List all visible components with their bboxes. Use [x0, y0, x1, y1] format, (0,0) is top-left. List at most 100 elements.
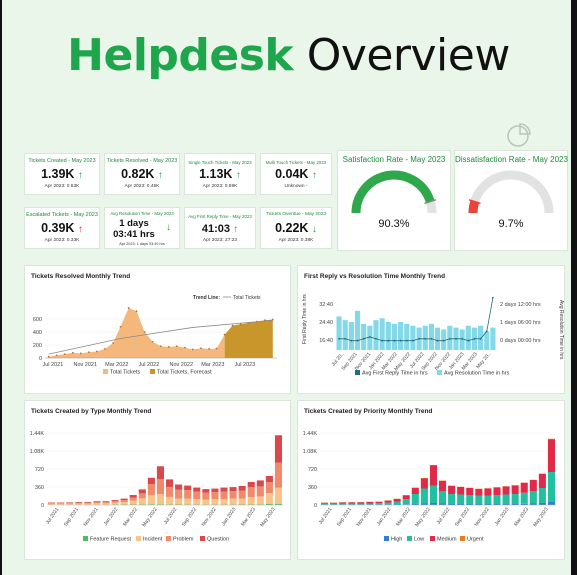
y-tick-label: 400: [33, 330, 42, 336]
bar-segment: [475, 495, 483, 504]
legend-label: Question: [207, 537, 229, 543]
y-tick-label-right: 0 days 00:00 hrs: [500, 338, 541, 344]
bar-segment: [274, 487, 282, 504]
bar-segment: [229, 498, 237, 505]
bar-segment: [375, 503, 383, 505]
y-tick-label: 0: [314, 503, 317, 509]
data-point: [208, 348, 211, 350]
bar-segment: [429, 485, 437, 503]
y-tick-label: 1.08K: [30, 449, 45, 455]
y-axis-label-right: Avg Resolution Time in hrs: [558, 300, 564, 360]
bar-segment: [265, 482, 273, 493]
bar-segment: [120, 500, 128, 503]
bar-segment: [57, 503, 65, 505]
kpi-card-single-touch[interactable]: Single Touch Tickets - May 2023 1.13K ↑ …: [184, 153, 256, 195]
bar-segment: [339, 502, 347, 504]
bar-segment: [439, 481, 447, 491]
bar-segment: [393, 499, 401, 502]
bar-segment: [57, 503, 65, 504]
dissatisfaction-gauge: [468, 170, 554, 214]
pie-chart-icon: [507, 123, 531, 147]
point-first-reply: [350, 339, 353, 342]
bar-segment: [321, 502, 329, 504]
bar-segment: [166, 479, 174, 487]
kpi-value: 0.22K ↓: [275, 221, 317, 235]
legend-label: Total Tickets: [110, 370, 141, 376]
point-first-reply: [381, 339, 384, 342]
arrow-up-icon: ↑: [233, 224, 239, 235]
panel-tickets-resolved-trend[interactable]: Tickets Resolved Monthly Trend 0 200 400 60…: [24, 265, 291, 394]
bar-segment: [120, 502, 128, 505]
bar-resolution: [428, 323, 434, 350]
bar-segment: [75, 503, 83, 505]
bar-resolution: [478, 325, 484, 350]
page-title: Helpdesk Overview: [0, 28, 577, 84]
dissatisfaction-gauge-card[interactable]: Dissatisfaction Rate - May 2023 9.7%: [454, 150, 568, 251]
bar-resolution: [336, 316, 342, 350]
kpi-label: Tickets Created - May 2023: [28, 158, 96, 164]
data-point: [135, 310, 138, 313]
panel-first-reply-vs-resolution[interactable]: First Reply vs Resolution Time Monthly T…: [297, 265, 565, 394]
point-first-reply: [393, 339, 396, 342]
satisfaction-gauge-card[interactable]: Satisfaction Rate - May 2023 90.3%: [337, 150, 451, 251]
kpi-card-multi-touch[interactable]: Multi Touch Tickets - May 2023 0.04K ↑ U…: [260, 153, 332, 195]
x-tick-label: Jul 2022: [163, 507, 179, 526]
bar-segment: [429, 465, 437, 486]
kpi-previous: Apr 2023: 1 days 03:49 hrs: [119, 242, 165, 246]
x-tick-label: Jul 2023: [235, 362, 256, 368]
bar-segment: [102, 501, 110, 502]
kpi-card-escalated[interactable]: Escalated Tickets - May 2023 0.39K ↑ Apr…: [24, 207, 100, 249]
bar-segment: [265, 476, 273, 482]
bar-segment: [111, 500, 119, 502]
data-point: [151, 340, 154, 343]
kpi-card-tickets-resolved[interactable]: Tickets Resolved - May 2023 0.82K ↑ Apr …: [104, 153, 180, 195]
point-first-reply: [399, 339, 402, 342]
kpi-card-avg-resolution[interactable]: Avg Resolution Time - May 2023 1 days 03:…: [104, 207, 180, 249]
legend-swatch: [150, 369, 155, 374]
bar-segment: [175, 489, 183, 499]
bar-segment: [166, 496, 174, 505]
legend-swatch: [460, 536, 465, 541]
panel-tickets-by-type[interactable]: Tickets Created by Type Monthly Trend 03…: [24, 400, 291, 560]
tickets-by-type-chart: 03607201.08K1.44KJul 2021 Sep 2021 Nov 202…: [30, 431, 283, 543]
gauge-value: 90.3%: [378, 218, 410, 230]
kpi-card-tickets-created[interactable]: Tickets Created - May 2023 1.39K ↑ Apr 2…: [24, 153, 100, 195]
bar-resolution: [348, 322, 354, 350]
point-first-reply: [368, 336, 371, 338]
bar-resolution: [490, 327, 496, 350]
x-tick-label: Mar 2023: [201, 362, 224, 368]
y-tick-label-right: 1 days 06:00 hrs: [500, 320, 541, 326]
legend-label: Problem: [173, 537, 194, 543]
bar-segment: [420, 478, 428, 479]
gauge-track: [468, 170, 554, 214]
bar-segment: [256, 496, 264, 505]
data-point: [231, 324, 234, 327]
data-point: [191, 348, 194, 351]
y-tick-label-left: 32:40: [319, 302, 333, 308]
kpi-value: 1 days 03:41 hrs: [113, 218, 155, 240]
bar-segment: [48, 502, 56, 503]
bar-segment: [220, 499, 228, 505]
panel-tickets-by-priority[interactable]: Tickets Created by Priority Monthly Tren…: [297, 400, 565, 560]
kpi-card-overdue[interactable]: Tickets Overdue - May 2023 0.22K ↓ Apr 2…: [260, 207, 332, 249]
bar-segment: [429, 465, 437, 466]
bar-segment: [220, 487, 228, 492]
bar-segment: [75, 502, 83, 503]
bar-segment: [93, 502, 101, 504]
x-tick-label: Nov 2021: [356, 507, 373, 528]
data-point: [95, 350, 98, 353]
bar-segment: [156, 494, 164, 505]
bar-segment: [211, 488, 219, 493]
data-point: [119, 325, 122, 328]
bar-segment: [475, 489, 483, 496]
bar-segment: [66, 502, 74, 503]
kpi-value: 0.82K ↑: [121, 167, 163, 181]
bar-segment: [48, 503, 56, 505]
first-reply-resolution-chart: 16:40 0 days 00:00 hrs 24:40 1 days 06:00 h…: [302, 294, 564, 377]
gauge-value: 9.7%: [498, 218, 524, 230]
legend-label: Medium: [437, 537, 457, 543]
data-point: [223, 333, 226, 336]
bar-segment: [193, 499, 201, 505]
data-point: [63, 353, 66, 355]
kpi-card-avg-first-reply[interactable]: Avg First Reply Time - May 2023 41:03 ↑ …: [184, 207, 256, 249]
